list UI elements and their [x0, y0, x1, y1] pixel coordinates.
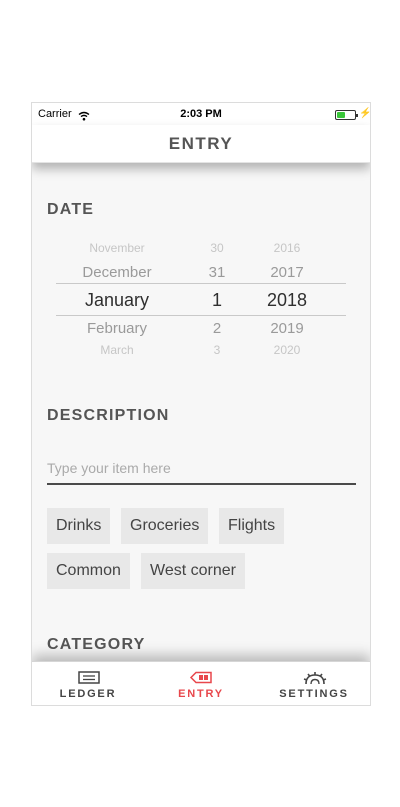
picker-month: December — [82, 264, 152, 281]
tab-settings[interactable]: SETTINGS — [258, 662, 370, 705]
entry-icon — [189, 671, 212, 684]
phone-screen: Carrier 2:03 PM ⚡ ENTRY DATE November 30… — [31, 102, 371, 706]
picker-day: 1 — [211, 290, 222, 310]
tab-settings-label: SETTINGS — [279, 688, 349, 700]
picker-selection-bottom-line — [56, 315, 346, 316]
picker-month: January — [84, 290, 150, 310]
chip-west-corner[interactable]: West corner — [141, 553, 245, 589]
status-bar: Carrier 2:03 PM ⚡ — [32, 103, 370, 125]
picker-year: 2017 — [270, 264, 304, 281]
picker-row[interactable]: November 30 2016 — [32, 241, 370, 261]
picker-selection-top-line — [56, 283, 346, 284]
category-section-title: CATEGORY — [47, 636, 146, 653]
chip-drinks[interactable]: Drinks — [47, 508, 111, 544]
page-title: ENTRY — [168, 134, 234, 153]
tab-entry-label: ENTRY — [178, 688, 224, 700]
picker-row[interactable]: December 31 2017 — [32, 264, 370, 284]
date-picker[interactable]: November 30 2016 December 31 2017 Januar… — [32, 235, 370, 357]
picker-row[interactable]: March 3 2020 — [32, 343, 370, 356]
status-time: 2:03 PM — [180, 108, 222, 120]
picker-day: 30 — [210, 241, 224, 255]
tab-ledger-label: LEDGER — [59, 688, 117, 700]
date-section-title: DATE — [47, 201, 95, 218]
tab-entry[interactable]: ENTRY — [145, 662, 257, 705]
entry-form: DATE November 30 2016 December 31 2017 J… — [32, 163, 370, 661]
chip-flights[interactable]: Flights — [219, 508, 285, 544]
tab-bar: LEDGER ENTRY SETTINGS — [32, 661, 370, 705]
chip-common[interactable]: Common — [47, 553, 130, 589]
tab-ledger[interactable]: LEDGER — [32, 662, 144, 705]
picker-day: 3 — [213, 343, 221, 356]
picker-year: 2020 — [273, 343, 301, 356]
picker-month: February — [86, 320, 148, 337]
picker-row-selected[interactable]: January 1 2018 — [32, 290, 370, 310]
picker-year: 2016 — [273, 241, 301, 255]
description-section-title: DESCRIPTION — [47, 407, 170, 424]
picker-year: 2018 — [266, 290, 308, 310]
picker-day: 31 — [208, 264, 226, 281]
chip-groceries[interactable]: Groceries — [121, 508, 209, 544]
picker-month: March — [100, 343, 134, 356]
nav-header: ENTRY — [32, 125, 370, 163]
picker-day: 2 — [212, 320, 222, 337]
battery-icon — [335, 110, 358, 120]
settings-icon — [303, 672, 327, 685]
charging-bolt-icon: ⚡ — [359, 108, 371, 119]
battery-nub — [356, 114, 358, 117]
picker-year: 2019 — [270, 320, 304, 337]
description-input[interactable] — [47, 453, 356, 485]
picker-row[interactable]: February 2 2019 — [32, 320, 370, 340]
picker-month: November — [89, 241, 145, 255]
battery-level — [337, 112, 345, 118]
ledger-icon — [78, 671, 100, 684]
